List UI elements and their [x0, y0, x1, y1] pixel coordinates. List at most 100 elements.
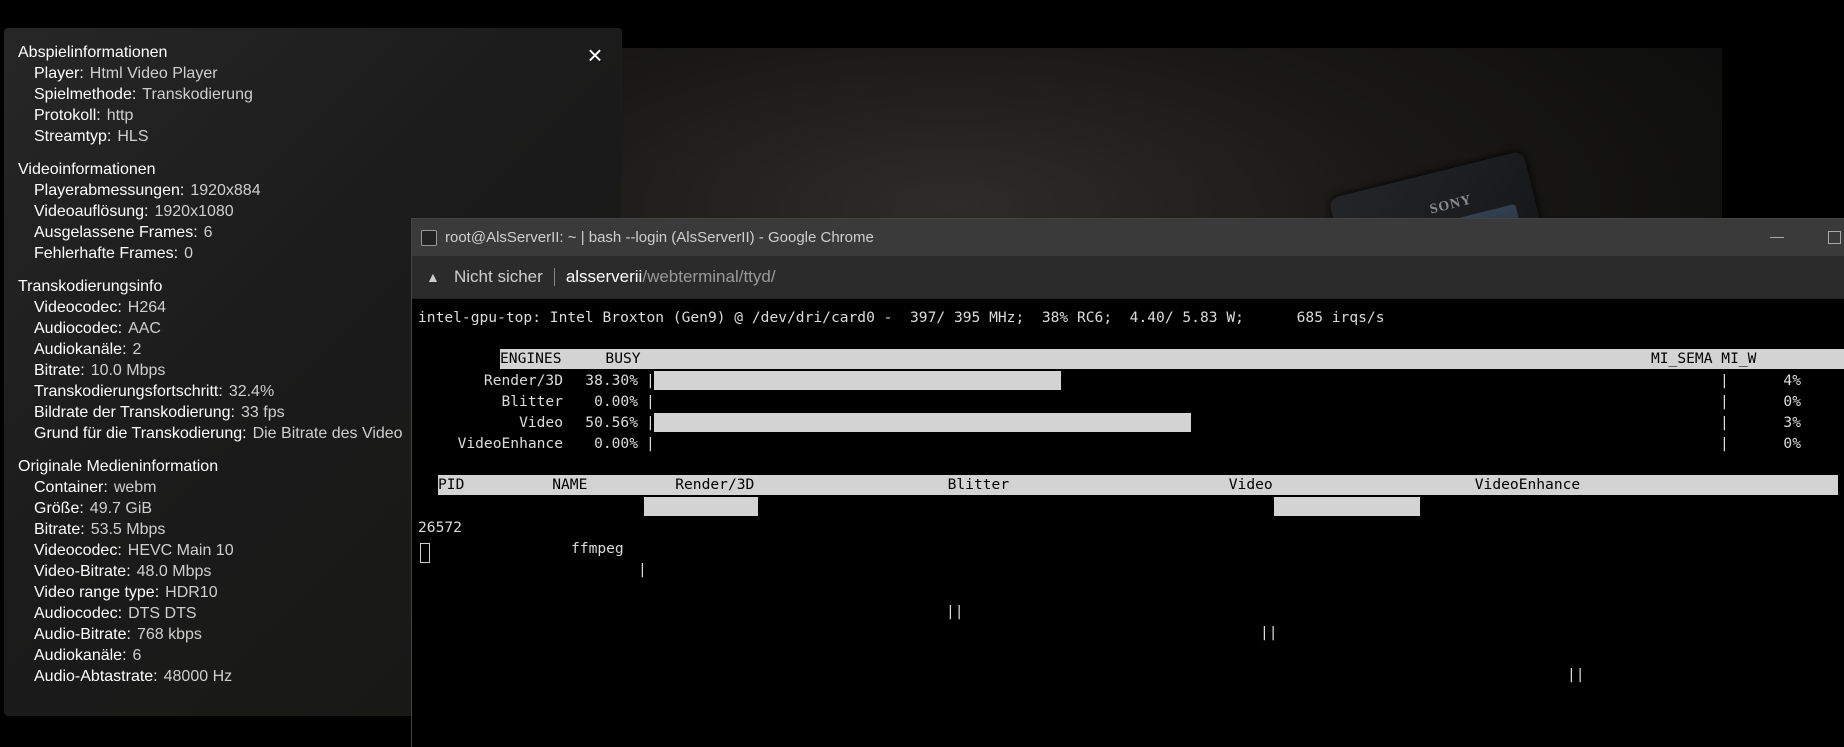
- window-controls: [1770, 219, 1844, 256]
- info-value: 1920x1080: [154, 203, 234, 220]
- engine-sema: 3%: [1783, 414, 1801, 431]
- process-bar-pipe: ||: [1567, 666, 1585, 683]
- info-label: Transkodierungsfortschritt:: [34, 383, 223, 400]
- info-value: AAC: [128, 320, 161, 337]
- engine-name: Blitter: [501, 393, 563, 410]
- url-path[interactable]: /webterminal/ttyd/: [642, 267, 775, 287]
- info-value: 768 kbps: [136, 626, 202, 643]
- info-label: Ausgelassene Frames:: [34, 224, 198, 241]
- warning-icon[interactable]: ▲: [426, 269, 440, 285]
- terminal-app-icon: [421, 229, 437, 246]
- terminal-cursor: [420, 543, 430, 563]
- engine-row: VideoEnhance 0.00% | | 0%: [418, 433, 1818, 454]
- engine-bar-pipe: |: [1720, 372, 1729, 389]
- info-label: Videocodec:: [34, 542, 122, 559]
- info-label: Video range type:: [34, 584, 160, 601]
- info-value: 48000 Hz: [163, 668, 233, 685]
- info-value: 6: [132, 647, 142, 664]
- info-label: Audiocodec:: [34, 605, 123, 622]
- engine-bar-pipe: |: [1720, 393, 1729, 410]
- info-label: Player:: [34, 65, 84, 82]
- maximize-icon[interactable]: [1828, 231, 1841, 244]
- info-label: Container:: [34, 479, 108, 496]
- engine-bar-pipe: |: [1720, 435, 1729, 452]
- gpu-top-status-line: intel-gpu-top: Intel Broxton (Gen9) @ /d…: [418, 309, 1385, 326]
- info-label: Playerabmessungen:: [34, 182, 185, 199]
- engine-name: VideoEnhance: [457, 435, 563, 452]
- info-value: 2: [132, 341, 142, 358]
- info-label: Bitrate:: [34, 362, 85, 379]
- process-name: ffmpeg: [571, 540, 624, 557]
- info-value: 33 fps: [241, 404, 285, 421]
- info-value: HLS: [117, 128, 149, 145]
- info-label: Bildrate der Transkodierung:: [34, 404, 235, 421]
- info-value: 48.0 Mbps: [136, 563, 212, 580]
- engine-row: Video 50.56% | | 3%: [418, 412, 1818, 433]
- info-value: http: [106, 107, 134, 124]
- video-brand-text: SONY: [1428, 192, 1474, 218]
- info-value: Html Video Player: [89, 65, 218, 82]
- minimize-icon[interactable]: [1770, 237, 1784, 238]
- info-label: Größe:: [34, 500, 84, 517]
- info-value: 6: [203, 224, 213, 241]
- info-value: webm: [113, 479, 157, 496]
- info-label: Audiocodec:: [34, 320, 123, 337]
- info-value: HEVC Main 10: [127, 542, 234, 559]
- process-video-bar: [1274, 497, 1420, 516]
- engine-bar-pipe: |: [646, 393, 655, 410]
- engine-busy: 0.00%: [594, 435, 638, 452]
- info-section-title: Videoinformationen: [18, 161, 156, 178]
- info-label: Audiokanäle:: [34, 647, 127, 664]
- info-label: Videocodec:: [34, 299, 122, 316]
- not-secure-label[interactable]: Nicht sicher: [454, 267, 543, 287]
- info-row: Spielmethode: Transkodierung: [18, 84, 622, 105]
- engine-bar-pipe: |: [646, 372, 655, 389]
- engine-busy: 0.00%: [594, 393, 638, 410]
- engine-bar-pipe: |: [646, 435, 655, 452]
- info-value: 49.7 GiB: [89, 500, 153, 517]
- info-value: 0: [184, 245, 193, 262]
- info-label: Audio-Abtastrate:: [34, 668, 158, 685]
- info-value: H264: [127, 299, 167, 316]
- terminal-browser-window[interactable]: root@AlsServerII: ~ | bash --login (AlsS…: [411, 218, 1844, 747]
- info-section: Abspielinformationen Player: Html Video Pl…: [18, 42, 622, 147]
- info-value: DTS DTS: [128, 605, 197, 622]
- info-value: 1920x884: [190, 182, 261, 199]
- terminal-output[interactable]: intel-gpu-top: Intel Broxton (Gen9) @ /d…: [418, 307, 1844, 747]
- info-label: Fehlerhafte Frames:: [34, 245, 179, 262]
- info-label: Grund für die Transkodierung:: [34, 425, 247, 442]
- process-bar-pipe: ||: [946, 603, 964, 620]
- info-value: 32.4%: [228, 383, 275, 400]
- info-row: Streamtyp: HLS: [18, 126, 622, 147]
- process-row: 26572 ffmpeg | || || ||: [418, 496, 1818, 683]
- engines-header: ENGINES BUSY MI_SEMA MI_W: [500, 349, 1844, 369]
- engine-bar-pipe: |: [1720, 414, 1729, 431]
- address-bar[interactable]: ▲ Nicht sicher alsserverii/webterminal/t…: [412, 256, 1844, 299]
- info-value: Die Bitrate des Video: [252, 425, 403, 442]
- info-value: Transkodierung: [142, 86, 253, 103]
- window-title: root@AlsServerII: ~ | bash --login (AlsS…: [445, 229, 874, 246]
- info-row: Protokoll: http: [18, 105, 622, 126]
- engine-row: Blitter 0.00% | | 0%: [418, 391, 1818, 412]
- info-label: Protokoll:: [34, 107, 101, 124]
- process-header: PID NAME Render/3D Blitter Video VideoEn…: [438, 475, 1838, 495]
- engine-name: Render/3D: [483, 372, 563, 389]
- process-render-bar: [644, 497, 758, 516]
- close-icon[interactable]: ×: [582, 42, 608, 68]
- engine-row: Render/3D 38.30% | | 4%: [418, 370, 1818, 391]
- engine-busy: 38.30%: [585, 372, 638, 389]
- process-bar-pipe: |: [638, 561, 647, 578]
- window-titlebar[interactable]: root@AlsServerII: ~ | bash --login (AlsS…: [412, 219, 1844, 256]
- info-label: Videoauflösung:: [34, 203, 149, 220]
- info-label: Spielmethode:: [34, 86, 137, 103]
- engine-name: Video: [519, 414, 563, 431]
- url-host[interactable]: alsserverii: [566, 267, 643, 287]
- info-row: Playerabmessungen: 1920x884: [18, 180, 622, 201]
- info-row: Player: Html Video Player: [18, 63, 622, 84]
- info-value: 10.0 Mbps: [90, 362, 166, 379]
- engine-bar-pipe: |: [646, 414, 655, 431]
- process-pid: 26572: [418, 519, 462, 536]
- info-label: Audiokanäle:: [34, 341, 127, 358]
- engine-busy: 50.56%: [585, 414, 638, 431]
- engine-sema: 0%: [1783, 435, 1801, 452]
